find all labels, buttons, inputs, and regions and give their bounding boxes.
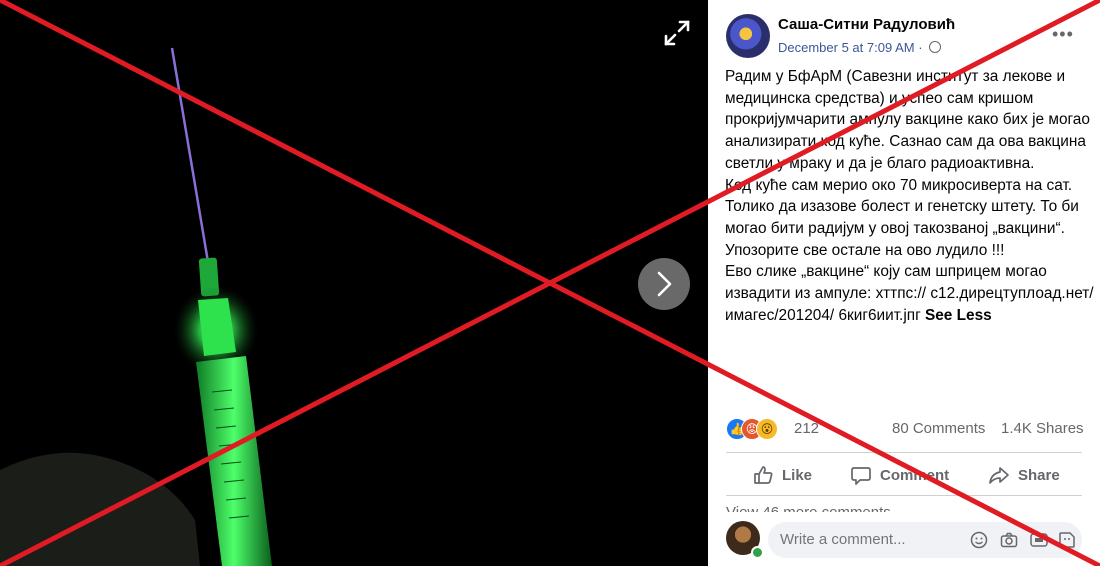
share-label: Share <box>1018 466 1060 484</box>
author-name[interactable]: Саша-Ситни Радуловић <box>778 16 955 33</box>
divider <box>726 452 1082 453</box>
globe-icon <box>929 41 942 53</box>
chevron-right-icon <box>657 271 672 297</box>
emoji-icon[interactable] <box>970 531 988 549</box>
see-less-link[interactable]: See Less <box>925 307 992 324</box>
like-label: Like <box>782 466 813 484</box>
fullscreen-icon[interactable] <box>662 18 692 48</box>
divider <box>726 495 1082 496</box>
comments-count[interactable]: 80 Comments <box>892 420 985 437</box>
like-button[interactable]: Like <box>752 462 812 488</box>
more-options-button[interactable]: ••• <box>1052 24 1074 45</box>
post-date[interactable]: December 5 at 7:09 AM <box>778 40 915 55</box>
syringe-photo <box>0 47 272 566</box>
next-photo-button[interactable] <box>638 258 690 310</box>
meta-separator: · <box>914 40 927 55</box>
share-button[interactable]: Share <box>988 462 1060 488</box>
camera-icon[interactable] <box>1000 531 1018 549</box>
photo-viewer <box>0 0 708 566</box>
view-more-comments-link[interactable]: View 46 more comments <box>726 504 891 512</box>
thumbs-up-icon <box>754 466 773 484</box>
share-icon <box>989 467 1009 484</box>
comment-box[interactable] <box>768 522 1082 558</box>
author-avatar[interactable] <box>726 14 770 58</box>
comment-label: Comment <box>880 466 950 484</box>
online-status-dot <box>751 546 764 559</box>
post-meta: December 5 at 7:09 AM · <box>778 40 942 55</box>
wow-icon: 😮 <box>756 418 778 440</box>
reaction-count[interactable]: 212 <box>794 420 819 437</box>
post-body: Радим у БфАрМ (Савезни институт за леков… <box>725 66 1097 326</box>
sticker-icon[interactable] <box>1058 531 1076 549</box>
gif-icon[interactable] <box>1030 531 1048 549</box>
post-panel: Саша-Ситни Радуловић December 5 at 7:09 … <box>708 0 1100 566</box>
post-text: Радим у БфАрМ (Савезни институт за леков… <box>725 68 1094 324</box>
comment-button[interactable]: Comment <box>850 462 949 488</box>
comment-icon <box>851 467 871 485</box>
shares-count[interactable]: 1.4K Shares <box>1001 420 1084 437</box>
comment-input[interactable] <box>780 531 950 548</box>
